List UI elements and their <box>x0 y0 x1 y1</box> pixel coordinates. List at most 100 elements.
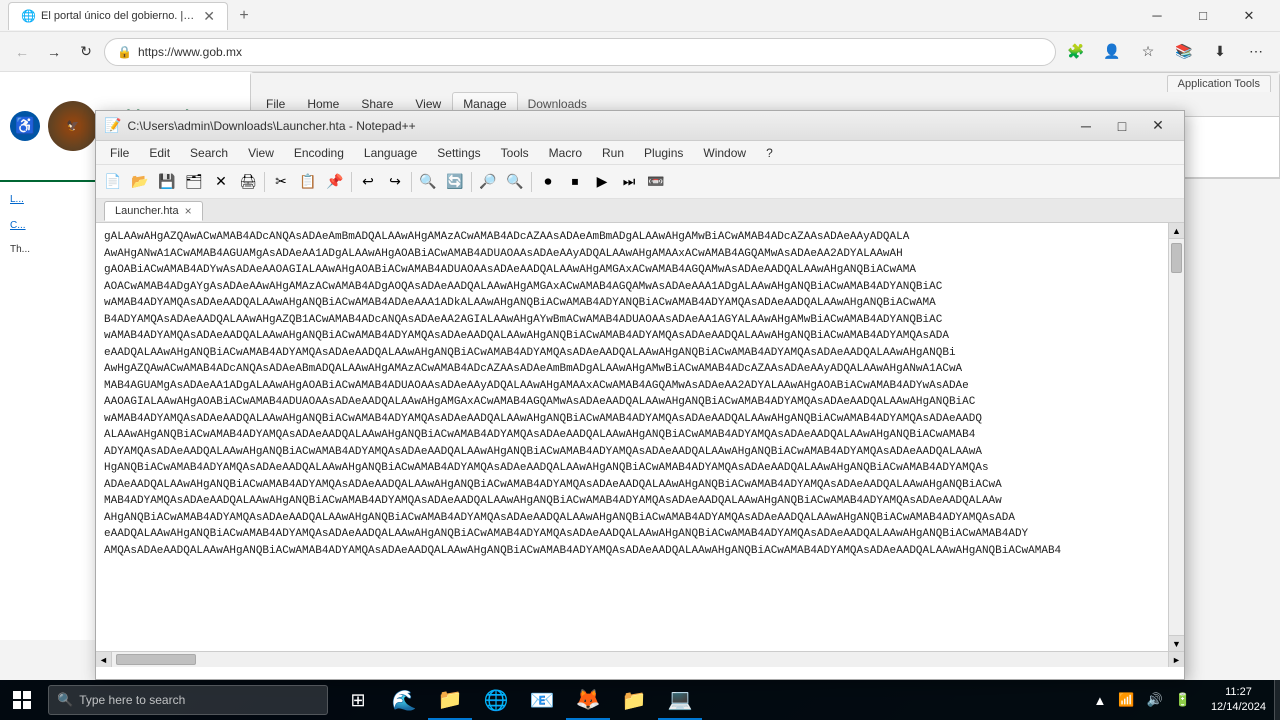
toolbar-zoom-in[interactable]: 🔎 <box>475 169 501 195</box>
toolbar-undo[interactable]: ↩ <box>355 169 381 195</box>
toolbar-macro-play[interactable]: ▶ <box>589 169 615 195</box>
h-scrollbar-right-button[interactable]: ► <box>1168 652 1184 667</box>
tray-battery-icon[interactable]: 🔋 <box>1171 690 1195 710</box>
mail-icon: 📧 <box>530 688 555 713</box>
taskbar-clock[interactable]: 11:27 12/14/2024 <box>1203 685 1274 716</box>
toolbar-save-all[interactable]: 🗂 <box>181 169 207 195</box>
collection-button[interactable]: 📚 <box>1168 38 1200 66</box>
tray-network-icon[interactable]: 📶 <box>1114 690 1138 710</box>
notepad-tab-launcher[interactable]: Launcher.hta × <box>104 201 203 221</box>
taskbar-browser-2[interactable]: 🌐 <box>474 680 518 720</box>
notepad-minimize-button[interactable]: ─ <box>1068 115 1104 137</box>
tab-filename: Launcher.hta <box>115 205 179 217</box>
toolbar-cut[interactable]: ✂ <box>268 169 294 195</box>
settings-button[interactable]: ⋯ <box>1240 38 1272 66</box>
forward-button[interactable]: → <box>40 38 68 66</box>
toolbar-close[interactable]: ✕ <box>208 169 234 195</box>
taskbar-search-box[interactable]: 🔍 Type here to search <box>48 685 328 715</box>
toolbar-sep-3 <box>411 172 412 192</box>
toolbar-save[interactable]: 💾 <box>154 169 180 195</box>
menu-plugins[interactable]: Plugins <box>634 144 693 162</box>
scrollbar-thumb[interactable] <box>1171 243 1182 273</box>
toolbar-open[interactable]: 📂 <box>127 169 153 195</box>
h-scrollbar-left-button[interactable]: ◄ <box>96 652 112 667</box>
menu-language[interactable]: Language <box>354 144 427 162</box>
toolbar-find[interactable]: 🔍 <box>415 169 441 195</box>
notepad-close-button[interactable]: ✕ <box>1140 115 1176 137</box>
browser-tab-active[interactable]: 🌐 El portal único del gobierno. | g... ✕ <box>8 2 228 30</box>
toolbar-paste[interactable]: 📌 <box>322 169 348 195</box>
toolbar-macro-stop[interactable]: ⏹ <box>562 169 588 195</box>
taskbar-search-icon: 🔍 <box>57 692 73 708</box>
extensions-button[interactable]: 🧩 <box>1060 38 1092 66</box>
show-desktop-button[interactable] <box>1274 680 1280 720</box>
menu-run[interactable]: Run <box>592 144 634 162</box>
tab-favicon: 🌐 <box>21 9 35 23</box>
menu-macro[interactable]: Macro <box>539 144 592 162</box>
tab-close-icon[interactable]: ✕ <box>203 9 215 23</box>
refresh-button[interactable]: ↻ <box>72 38 100 66</box>
task-view-icon: ⊞ <box>350 690 365 711</box>
win-logo-q1 <box>13 691 21 699</box>
new-tab-button[interactable]: + <box>232 4 256 28</box>
downloads-button[interactable]: ⬇ <box>1204 38 1236 66</box>
toolbar-macro-save[interactable]: 📼 <box>643 169 669 195</box>
menu-search[interactable]: Search <box>180 144 238 162</box>
notepad-maximize-button[interactable]: □ <box>1104 115 1140 137</box>
taskbar-notepad[interactable]: 💻 <box>658 680 702 720</box>
tray-volume-icon[interactable]: 🔊 <box>1143 690 1167 710</box>
toolbar-replace[interactable]: 🔄 <box>442 169 468 195</box>
desktop: 🌐 El portal único del gobierno. | g... ✕… <box>0 0 1280 720</box>
notepad-vertical-scrollbar[interactable]: ▲ ▼ <box>1168 223 1184 651</box>
toolbar-macro-step[interactable]: ⏭ <box>616 169 642 195</box>
toolbar-copy[interactable]: 📋 <box>295 169 321 195</box>
h-scrollbar-thumb[interactable] <box>116 654 196 665</box>
app-tools-label: Application Tools <box>1167 75 1271 92</box>
taskbar-pinned-apps: ⊞ 🌊 📁 🌐 📧 🦊 📁 💻 <box>336 680 702 720</box>
menu-encoding[interactable]: Encoding <box>284 144 354 162</box>
back-button[interactable]: ← <box>8 38 36 66</box>
notepad-horizontal-scrollbar[interactable]: ◄ ► <box>96 651 1184 667</box>
menu-tools[interactable]: Tools <box>491 144 539 162</box>
taskbar-folder[interactable]: 📁 <box>612 680 656 720</box>
menu-window[interactable]: Window <box>693 144 756 162</box>
menu-file[interactable]: File <box>100 144 139 162</box>
downloads-title: Downloads <box>528 97 587 111</box>
tray-arrow-icon[interactable]: ▲ <box>1090 691 1111 710</box>
menu-view[interactable]: View <box>238 144 284 162</box>
taskbar-firefox[interactable]: 🦊 <box>566 680 610 720</box>
file-explorer-icon: 📁 <box>438 687 463 712</box>
taskbar-task-view[interactable]: ⊞ <box>336 680 380 720</box>
toolbar-redo[interactable]: ↪ <box>382 169 408 195</box>
address-bar[interactable]: 🔒 https://www.gob.mx <box>104 38 1056 66</box>
menu-edit[interactable]: Edit <box>139 144 180 162</box>
taskbar-mail[interactable]: 📧 <box>520 680 564 720</box>
accessibility-icon[interactable]: ♿ <box>10 111 40 141</box>
clock-time: 11:27 <box>1211 685 1266 700</box>
notepad-window: 📝 C:\Users\admin\Downloads\Launcher.hta … <box>95 110 1185 680</box>
scrollbar-up-button[interactable]: ▲ <box>1169 223 1184 239</box>
notepad-taskbar-icon: 💻 <box>668 687 693 712</box>
folder-icon: 📁 <box>622 688 647 713</box>
notepad-text-area[interactable]: gALAAwAHgAZQAwACwAMAB4ADcANQAsADAeAmBmAD… <box>96 223 1168 651</box>
browser-minimize-button[interactable]: ─ <box>1134 0 1180 32</box>
start-button[interactable] <box>0 680 44 720</box>
star-button[interactable]: ☆ <box>1132 38 1164 66</box>
toolbar-zoom-out[interactable]: 🔍 <box>502 169 528 195</box>
taskbar-file-explorer[interactable]: 📁 <box>428 680 472 720</box>
profile-button[interactable]: 👤 <box>1096 38 1128 66</box>
tab-title: El portal único del gobierno. | g... <box>41 10 197 22</box>
toolbar-macro-record[interactable]: ⏺ <box>535 169 561 195</box>
scrollbar-down-button[interactable]: ▼ <box>1169 635 1184 651</box>
browser-maximize-button[interactable]: □ <box>1180 0 1226 32</box>
toolbar-print[interactable]: 🖨 <box>235 169 261 195</box>
menu-help[interactable]: ? <box>756 144 783 162</box>
taskbar-edge[interactable]: 🌊 <box>382 680 426 720</box>
tab-close-button[interactable]: × <box>185 204 192 218</box>
address-lock-icon: 🔒 <box>117 45 132 59</box>
toolbar-row: 📄 📂 💾 🗂 ✕ 🖨 ✂ 📋 📌 ↩ ↪ 🔍 🔄 🔎 🔍 <box>100 169 669 195</box>
notepad-content-wrapper: gALAAwAHgAZQAwACwAMAB4ADcANQAsADAeAmBmAD… <box>96 223 1184 651</box>
toolbar-new[interactable]: 📄 <box>100 169 126 195</box>
menu-settings[interactable]: Settings <box>427 144 490 162</box>
browser-close-button[interactable]: ✕ <box>1226 0 1272 32</box>
